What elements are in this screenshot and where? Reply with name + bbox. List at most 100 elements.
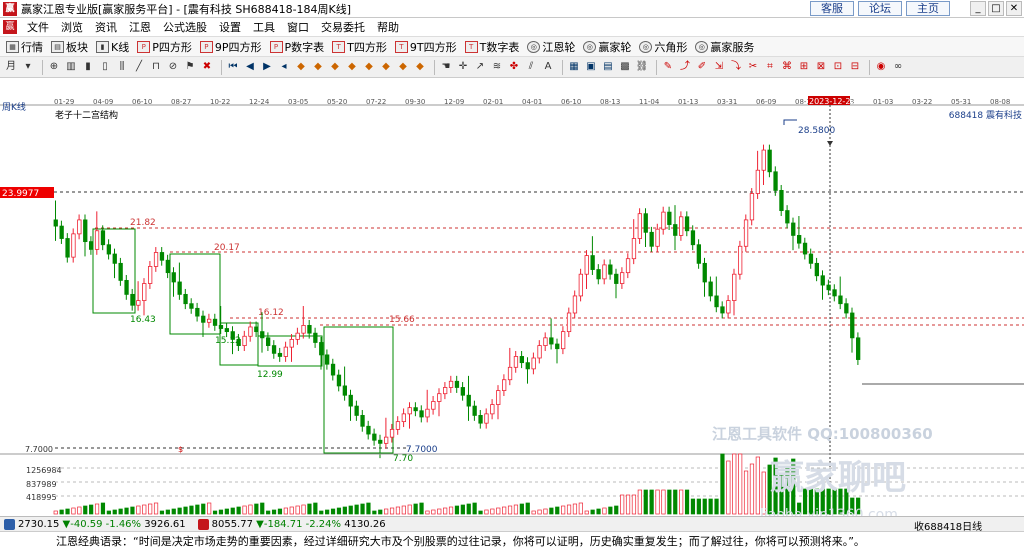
candle2-icon[interactable]: ▯ — [98, 60, 112, 74]
candle-body — [478, 415, 483, 424]
back-icon[interactable]: ◂ — [277, 60, 291, 74]
table-icon[interactable]: ▩ — [618, 60, 632, 74]
diamond8-icon[interactable]: ◆ — [413, 60, 427, 74]
link-service[interactable]: 客服 — [810, 1, 854, 16]
tool-k-icon[interactable]: ⊡ — [831, 60, 845, 74]
link-icon[interactable]: ⛓ — [635, 60, 649, 74]
candle-body — [696, 244, 701, 264]
menu-trade[interactable]: 交易委托 — [315, 19, 371, 35]
candle-body — [679, 216, 684, 236]
link-home[interactable]: 主页 — [906, 1, 950, 16]
index-sz[interactable]: 8055.77 ▼-184.71 -2.24% 4130.26 — [194, 518, 386, 530]
diamond5-icon[interactable]: ◆ — [362, 60, 376, 74]
fib-icon[interactable]: ≋ — [490, 60, 504, 74]
step-icon[interactable]: ⊓ — [149, 60, 163, 74]
candle-body — [283, 346, 289, 357]
cross-icon[interactable]: ✖ — [200, 60, 214, 74]
volume-bar — [690, 498, 696, 515]
dropdown-icon[interactable]: ▾ — [21, 60, 35, 74]
period-icon[interactable]: 月 — [4, 60, 18, 74]
menu-tools[interactable]: 工具 — [247, 19, 281, 35]
diamond7-icon[interactable]: ◆ — [396, 60, 410, 74]
toolbar-t-table-button[interactable]: T T数字表 — [464, 39, 519, 55]
menu-info[interactable]: 资讯 — [89, 19, 123, 35]
candle-icon[interactable]: ▮ — [81, 60, 95, 74]
tool-i-icon[interactable]: ⊞ — [797, 60, 811, 74]
separator — [221, 59, 222, 75]
menu-settings[interactable]: 设置 — [213, 19, 247, 35]
tool-l-icon[interactable]: ⊟ — [848, 60, 862, 74]
maximize-icon[interactable]: □ — [988, 1, 1004, 16]
link-forum[interactable]: 论坛 — [858, 1, 902, 16]
kline-chart[interactable]: 01-29 04-09 06-10 08-27 10-22 12-24 03-05 05-20… — [0, 78, 1024, 523]
bars-icon[interactable]: ▥ — [64, 60, 78, 74]
channel-icon[interactable]: ⫽ — [524, 60, 538, 74]
first-icon[interactable]: ⏮ — [226, 60, 240, 74]
volume-bar — [136, 505, 141, 515]
flag-icon[interactable]: ⚑ — [183, 60, 197, 74]
tool-c-icon[interactable]: ✐ — [695, 60, 709, 74]
menu-gann[interactable]: 江恩 — [123, 19, 157, 35]
toolbar-kline-button[interactable]: ▮ K线 — [96, 39, 129, 55]
tool-j-icon[interactable]: ⊠ — [814, 60, 828, 74]
index-sh[interactable]: 2730.15 ▼-40.59 -1.46% 3926.61 — [0, 518, 186, 530]
gann-wheel-small-icon[interactable]: ◉ — [874, 60, 888, 74]
infinity-icon[interactable]: ∞ — [891, 60, 905, 74]
text-icon[interactable]: A — [541, 60, 555, 74]
tool-h-icon[interactable]: ⌘ — [780, 60, 794, 74]
tool-e-icon[interactable]: ⤵ — [729, 60, 743, 74]
volume-bar — [649, 489, 654, 515]
calc-icon[interactable]: ▦ — [567, 60, 581, 74]
line-icon[interactable]: ╱ — [132, 60, 146, 74]
9t-square-icon: T — [394, 40, 408, 53]
toolbar-9t-square-button[interactable]: T 9T四方形 — [394, 39, 457, 55]
trendline-icon[interactable]: ↗ — [473, 60, 487, 74]
tool-a-icon[interactable]: ✎ — [661, 60, 675, 74]
toolbar-winner-wheel-button[interactable]: ◎ 赢家轮 — [583, 39, 631, 55]
toolbar-service-button[interactable]: ◎ 赢家服务 — [695, 39, 754, 55]
chart-area[interactable]: 01-29 04-09 06-10 08-27 10-22 12-24 03-05 05-20… — [0, 78, 1024, 523]
diamond1-icon[interactable]: ◆ — [294, 60, 308, 74]
date-label: 01-29 — [54, 98, 74, 106]
diamond2-icon[interactable]: ◆ — [311, 60, 325, 74]
toolbar-blocks-button[interactable]: ▤ 板块 — [51, 39, 88, 55]
diamond6-icon[interactable]: ◆ — [379, 60, 393, 74]
toolbar-9p-square-button[interactable]: P 9P四方形 — [199, 39, 262, 55]
toolbar-t-square-button[interactable]: T T四方形 — [332, 39, 387, 55]
tool-d-icon[interactable]: ⇲ — [712, 60, 726, 74]
close-icon[interactable]: ✕ — [1006, 1, 1022, 16]
tool-b-icon[interactable]: ⤴ — [678, 60, 692, 74]
toolbar-grid-button[interactable]: ▦ 行情 — [6, 39, 43, 55]
print-icon[interactable]: ▤ — [601, 60, 615, 74]
diamond3-icon[interactable]: ◆ — [328, 60, 342, 74]
zoom-in-icon[interactable]: ⊕ — [47, 60, 61, 74]
minimize-icon[interactable]: _ — [970, 1, 986, 16]
bar-icon[interactable]: ⫼ — [115, 60, 129, 74]
volume-bar — [443, 507, 448, 515]
menu-window[interactable]: 窗口 — [281, 19, 315, 35]
toolbar-p-square-button[interactable]: P P四方形 — [137, 39, 192, 55]
volume-bar — [743, 470, 749, 515]
lock-icon[interactable]: ⊘ — [166, 60, 180, 74]
crosshair-icon[interactable]: ✛ — [456, 60, 470, 74]
menu-formula[interactable]: 公式选股 — [157, 19, 213, 35]
tool-f-icon[interactable]: ✂ — [746, 60, 760, 74]
candle-body — [324, 354, 330, 365]
toolbar-p-table-button[interactable]: P P数字表 — [269, 39, 324, 55]
menu-browse[interactable]: 浏览 — [55, 19, 89, 35]
hand-icon[interactable]: ☚ — [439, 60, 453, 74]
menu-help[interactable]: 帮助 — [371, 19, 405, 35]
candle-body — [448, 380, 454, 388]
diamond4-icon[interactable]: ◆ — [345, 60, 359, 74]
prev-icon[interactable]: ◀ — [243, 60, 257, 74]
toolbar-gann-wheel-button[interactable]: ◎ 江恩轮 — [527, 39, 575, 55]
menu-file[interactable]: 文件 — [21, 19, 55, 35]
toolbar-hexagon-button[interactable]: ◎ 六角形 — [639, 39, 687, 55]
save-icon[interactable]: ▣ — [584, 60, 598, 74]
date-label: 06-09 — [756, 98, 776, 106]
next-icon[interactable]: ▶ — [260, 60, 274, 74]
volume-bar — [242, 505, 247, 515]
tool-g-icon[interactable]: ⌗ — [763, 60, 777, 74]
gann-fan-icon[interactable]: ✤ — [507, 60, 521, 74]
volume-bar — [207, 502, 212, 515]
